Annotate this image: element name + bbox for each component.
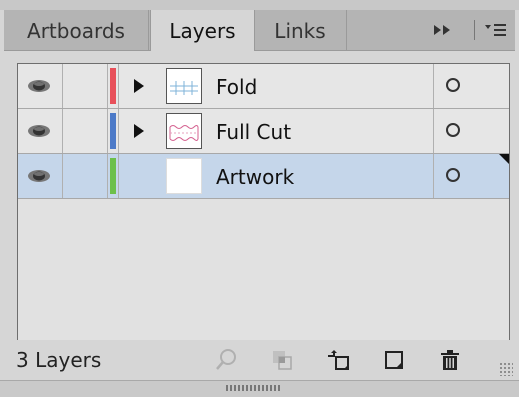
column-divider — [118, 109, 119, 153]
panel-menu-icon[interactable] — [484, 10, 508, 50]
layer-row-full-cut[interactable]: Full Cut — [18, 109, 509, 154]
visibility-toggle[interactable] — [18, 64, 63, 108]
eye-icon — [28, 125, 50, 137]
layer-color-swatch — [110, 68, 116, 104]
fullcut-thumbnail-icon — [169, 125, 199, 141]
eye-icon — [28, 170, 50, 182]
resize-grip-icon[interactable] — [226, 385, 282, 391]
layer-name[interactable]: Artwork — [216, 154, 294, 198]
expand-triangle-icon[interactable] — [134, 124, 144, 138]
layer-row-fold[interactable]: Fold — [18, 64, 509, 109]
lock-toggle[interactable] — [63, 154, 108, 198]
target-circle-icon[interactable] — [446, 168, 460, 182]
tab-links[interactable]: Links — [254, 10, 347, 50]
column-divider — [118, 64, 119, 108]
target-circle-icon[interactable] — [446, 123, 460, 137]
tab-separator — [474, 20, 475, 40]
clipping-mask-icon[interactable] — [270, 348, 294, 372]
layer-count: 3 Layers — [16, 348, 102, 372]
panel-top-strip — [0, 0, 519, 10]
new-sublayer-icon[interactable] — [326, 348, 350, 372]
layer-name[interactable]: Fold — [216, 64, 257, 108]
new-layer-icon[interactable] — [382, 348, 406, 372]
lock-toggle[interactable] — [63, 109, 108, 153]
locate-object-icon[interactable] — [214, 348, 238, 372]
column-divider — [433, 64, 434, 108]
expand-triangle-icon[interactable] — [134, 79, 144, 93]
layer-thumbnail — [166, 158, 202, 194]
lock-toggle[interactable] — [63, 64, 108, 108]
panel-footer: 3 Layers — [4, 340, 515, 380]
visibility-toggle[interactable] — [18, 109, 63, 153]
fold-thumbnail-icon — [170, 81, 198, 95]
tab-artboards[interactable]: Artboards — [4, 10, 149, 50]
layer-color-swatch — [110, 158, 116, 194]
layer-thumbnail — [166, 68, 202, 104]
trash-icon[interactable] — [438, 348, 462, 372]
target-circle-icon[interactable] — [446, 78, 460, 92]
layer-thumbnail — [166, 113, 202, 149]
tab-layers[interactable]: Layers — [150, 10, 255, 51]
column-divider — [433, 154, 434, 198]
layer-name[interactable]: Full Cut — [216, 109, 291, 153]
selection-indicator-icon — [499, 154, 509, 164]
layers-panel: Artboards Layers Links Fold Full Cut Art… — [0, 0, 519, 397]
panel-tabbar: Artboards Layers Links — [4, 10, 515, 51]
collapse-panel-icon[interactable] — [432, 10, 456, 50]
layer-list: Fold Full Cut Artwork — [17, 63, 510, 341]
visibility-toggle[interactable] — [18, 154, 63, 198]
column-divider — [118, 154, 119, 198]
layer-row-artwork[interactable]: Artwork — [18, 154, 509, 199]
resize-corner-icon[interactable] — [499, 362, 513, 376]
layer-color-swatch — [110, 113, 116, 149]
eye-icon — [28, 80, 50, 92]
column-divider — [433, 109, 434, 153]
